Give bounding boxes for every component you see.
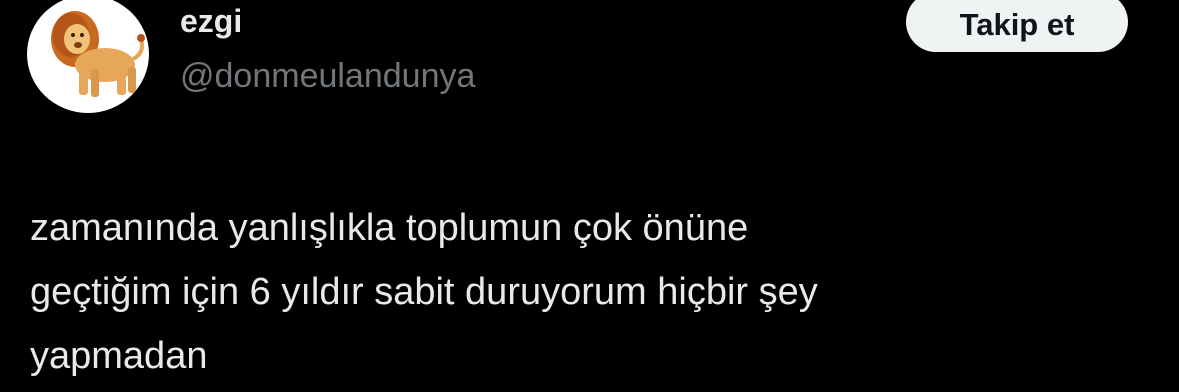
lion-avatar-icon: [51, 11, 145, 97]
avatar[interactable]: [27, 0, 149, 113]
tweet-text-line: zamanında yanlışlıkla toplumun çok önüne: [30, 207, 749, 249]
tweet-text-line: geçtiğim için 6 yıldır sabit duruyorum h…: [30, 271, 818, 313]
display-name[interactable]: ezgi: [180, 1, 242, 41]
tweet-card: ezgi @donmeulandunya Takip et zamanında …: [0, 0, 1179, 392]
tweet-text-line: yapmadan: [30, 335, 208, 377]
user-handle[interactable]: @donmeulandunya: [180, 56, 475, 96]
follow-button[interactable]: Takip et: [906, 0, 1128, 52]
tweet-text: zamanında yanlışlıkla toplumun çok önüne…: [30, 196, 1150, 388]
